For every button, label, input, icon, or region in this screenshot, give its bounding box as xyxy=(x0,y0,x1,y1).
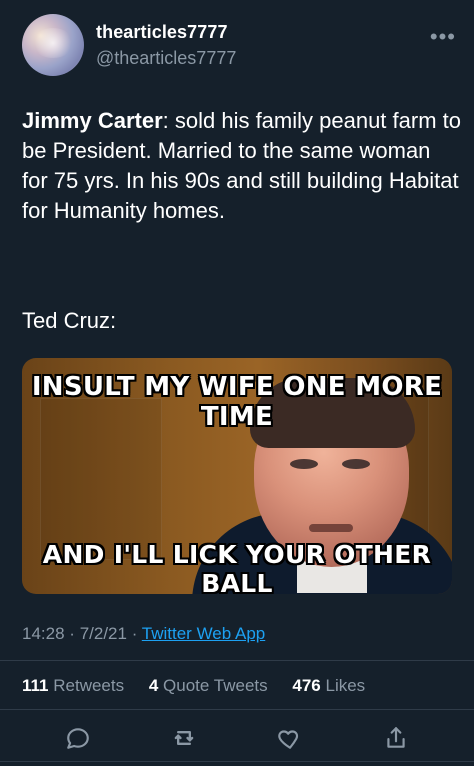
share-icon[interactable] xyxy=(382,724,410,752)
tweet-text: Jimmy Carter: sold his family peanut far… xyxy=(22,106,462,226)
like-icon[interactable] xyxy=(276,724,304,752)
likes-label: Likes xyxy=(325,676,366,695)
meme-top-text: INSULT MY WIFE ONE MORE TIME xyxy=(31,372,443,432)
mouth xyxy=(309,524,353,532)
likes-count: 476 xyxy=(292,676,321,695)
tweet-bold-name: Jimmy Carter xyxy=(22,108,163,133)
quotes-count: 4 xyxy=(148,676,159,695)
eye xyxy=(290,459,318,469)
divider xyxy=(0,660,474,661)
tweet-header: thearticles7777 @thearticles7777 ••• xyxy=(22,14,462,78)
quotes-stat[interactable]: 4 Quote Tweets xyxy=(149,676,278,695)
avatar[interactable] xyxy=(22,14,84,76)
more-icon[interactable]: ••• xyxy=(430,24,456,50)
tweet-meta: 14:28 · 7/2/21 · Twitter Web App xyxy=(22,624,265,644)
tweet-date: 7/2/21 xyxy=(79,624,127,643)
tweet-actions xyxy=(0,716,474,756)
retweets-label: Retweets xyxy=(53,676,125,695)
meme-bottom-text: AND I'LL LICK YOUR OTHER BALL xyxy=(42,540,432,594)
retweets-stat[interactable]: 111 Retweets xyxy=(22,676,134,695)
source-link[interactable]: Twitter Web App xyxy=(142,624,265,643)
tweet-time: 14:28 xyxy=(22,624,65,643)
divider xyxy=(0,761,474,762)
retweets-count: 111 xyxy=(22,676,49,695)
meta-separator: · xyxy=(131,624,138,643)
display-name[interactable]: thearticles7777 xyxy=(96,22,228,43)
tweet-stats: 111 Retweets 4 Quote Tweets 476 Likes xyxy=(22,676,385,696)
retweet-icon[interactable] xyxy=(170,724,198,752)
tweet-second-line: Ted Cruz: xyxy=(22,308,117,333)
likes-stat[interactable]: 476 Likes xyxy=(292,676,375,695)
user-handle[interactable]: @thearticles7777 xyxy=(96,48,236,69)
reply-icon[interactable] xyxy=(64,724,92,752)
divider xyxy=(0,709,474,710)
eye xyxy=(342,459,370,469)
quotes-label: Quote Tweets xyxy=(163,676,268,695)
tweet-media[interactable]: INSULT MY WIFE ONE MORE TIME AND I'LL LI… xyxy=(22,358,452,594)
meta-separator: · xyxy=(69,624,75,643)
